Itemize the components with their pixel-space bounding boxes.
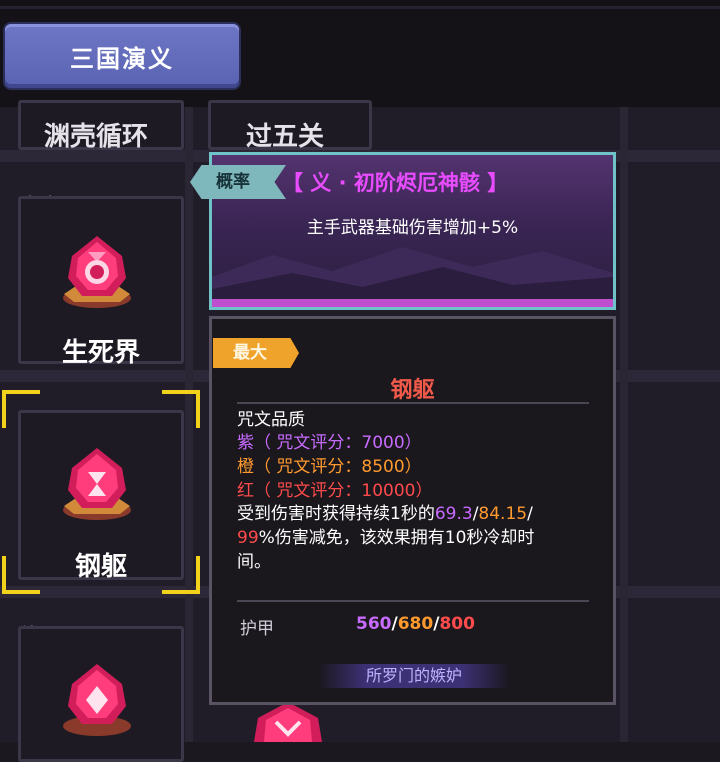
max-badge: 最大: [213, 338, 299, 368]
stat-label: 护甲: [240, 619, 274, 639]
row-title-five-passes[interactable]: 过五关: [246, 116, 324, 153]
rune-gem-icon: [254, 702, 322, 742]
tab-three-kingdoms[interactable]: 三国演义: [5, 24, 239, 88]
rune-name-armor: 钢躯: [74, 552, 127, 582]
effect-desc-line2: 99%伤害减免，该效果拥有10秒冷却时: [237, 528, 535, 548]
quality-header: 咒文品质: [237, 410, 305, 430]
divider: [237, 402, 589, 404]
header-glow: [212, 299, 613, 307]
effect-desc-line1: 受到伤害时获得持续1秒的69.3/84.15/: [237, 504, 533, 524]
top-bar: 三国演义: [0, 0, 720, 107]
tooltip-effect: 主手武器基础伤害增加+5%: [306, 218, 519, 238]
selection-corner: [162, 390, 200, 428]
quality-red: 红（ 咒文评分：10000）: [237, 481, 433, 501]
selection-corner: [2, 390, 40, 428]
effect-desc-line3: 间。: [237, 552, 271, 572]
rune-gem-icon: [63, 664, 131, 736]
top-divider: [0, 6, 720, 9]
rune-gem-icon: [63, 448, 131, 520]
divider: [237, 600, 589, 602]
row-title-abyss[interactable]: 渊壳循环: [44, 116, 148, 153]
probability-tag-label: 概率: [216, 172, 250, 192]
probability-tag[interactable]: 概率: [190, 165, 286, 199]
tooltip-title: 【 义 · 初阶烬厄神骸 】: [282, 171, 509, 195]
quality-purple: 紫（ 咒文评分：7000）: [237, 433, 422, 453]
column-divider: [620, 107, 628, 742]
set-name[interactable]: 所罗门的嫉妒: [316, 664, 512, 688]
quality-orange: 橙（ 咒文评分：8500）: [237, 457, 422, 477]
rune-name-life: 生死界: [61, 338, 140, 368]
rune-gem-icon: [63, 236, 131, 308]
stat-values: 560/680/800: [356, 614, 475, 634]
mountain-decoration: [212, 247, 613, 307]
rune-title: 钢躯: [390, 378, 435, 403]
